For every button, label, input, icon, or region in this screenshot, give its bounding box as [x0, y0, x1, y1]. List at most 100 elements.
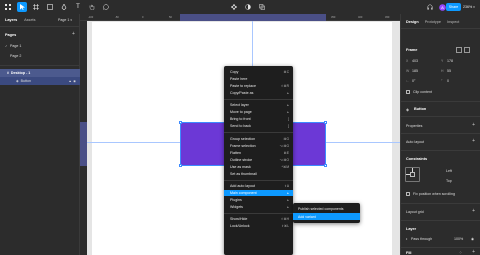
frame-icon: # [7, 71, 9, 75]
menu-item-label: Flatten [230, 151, 241, 156]
constraint-inner-box[interactable] [410, 172, 415, 177]
layer-item-desktop[interactable]: # Desktop - 1 [0, 69, 80, 77]
y-input[interactable]: 178 [447, 59, 453, 63]
menu-item-label: Outline stroke [230, 158, 253, 163]
headphones-icon[interactable] [425, 2, 435, 12]
corner-radius-input[interactable]: 0 [447, 79, 449, 83]
menu-separator [224, 213, 293, 214]
constraint-vertical[interactable]: Top [446, 179, 452, 183]
menu-item-set-as-thumbnail[interactable]: Set as thumbnail [224, 171, 293, 177]
resize-to-fit-icon[interactable] [464, 47, 470, 53]
add-page-icon[interactable]: + [72, 31, 75, 37]
check-icon: ✓ [5, 44, 8, 48]
h-input[interactable]: 55 [447, 69, 451, 73]
menu-item-group-selection[interactable]: Group selection ⌘G [224, 136, 293, 142]
x-label: X [406, 59, 409, 63]
context-menu: Copy ⌘C Paste here Paste to replace ⇧⌘R Co… [224, 66, 293, 255]
rotation-input[interactable]: 0° [412, 79, 415, 83]
styles-icon[interactable]: ⁘ [459, 250, 462, 255]
menu-item-copy[interactable]: Copy ⌘C [224, 69, 293, 75]
submenu-item-publish[interactable]: Publish selected components [293, 205, 360, 212]
blend-mode-select[interactable]: Pass through [411, 237, 432, 241]
add-auto-layout-icon[interactable]: + [472, 138, 475, 144]
menu-item-label: Copy [230, 70, 239, 75]
menu-item-move-to-page[interactable]: Move to page ▸ [224, 109, 293, 115]
submenu-item-add-variant[interactable]: Add variant [293, 213, 360, 220]
menu-item-paste-replace[interactable]: Paste to replace ⇧⌘R [224, 83, 293, 89]
resize-handle[interactable] [179, 164, 182, 167]
tab-prototype[interactable]: Prototype [425, 20, 441, 24]
h-label: H [441, 69, 444, 73]
main-menu-icon[interactable] [3, 2, 13, 12]
menu-item-main-component[interactable]: Main component ▸ [224, 190, 293, 197]
menu-item-outline-stroke[interactable]: Outline stroke ⌥⌘O [224, 157, 293, 163]
menu-item-shortcut: ⇧A [284, 184, 289, 189]
menu-item-add-auto-layout[interactable]: Add auto layout ⇧A [224, 183, 293, 189]
frame-tool-icon[interactable] [31, 2, 41, 12]
page-item-2[interactable]: Page 2 [0, 52, 80, 60]
menu-item-shortcut: [ [288, 124, 289, 129]
eye-icon[interactable]: ◉ [471, 237, 474, 241]
frame-orientation-icon[interactable] [456, 47, 462, 53]
zoom-level[interactable]: 236% ▾ [463, 3, 475, 11]
menu-item-shortcut: ⇧⌘R [280, 84, 289, 89]
tab-design[interactable]: Design [406, 20, 419, 24]
main-component-submenu: Publish selected components Add variant [293, 203, 360, 223]
add-layout-grid-icon[interactable]: + [472, 208, 475, 214]
menu-item-show-hide[interactable]: Show/Hide ⇧⌘H [224, 216, 293, 222]
eye-icon[interactable]: ◉ [73, 79, 76, 83]
constraint-left-line[interactable] [406, 174, 410, 175]
menu-item-plugins[interactable]: Plugins ▸ [224, 197, 293, 203]
menu-item-paste-here[interactable]: Paste here [224, 76, 293, 82]
menu-item-select-layer[interactable]: Select layer ▸ [224, 102, 293, 108]
text-tool-icon[interactable]: T [73, 2, 83, 12]
constraint-top-line[interactable] [412, 168, 413, 172]
menu-separator [224, 99, 293, 100]
hand-tool-icon[interactable] [87, 2, 97, 12]
layer-item-button[interactable]: ◈ Button 🔒︎ ◉ [0, 77, 80, 85]
menu-item-use-as-mask[interactable]: Use as mask ^⌘M [224, 164, 293, 170]
menu-item-widgets[interactable]: Widgets ▸ [224, 204, 293, 210]
menu-item-label: Bring to front [230, 117, 251, 122]
chevron-right-icon: ▸ [287, 191, 289, 196]
lock-icon[interactable]: 🔒︎ [69, 79, 71, 83]
menu-item-send-to-back[interactable]: Send to back [ [224, 123, 293, 129]
menu-item-label: Send to back [230, 124, 251, 129]
resize-handle[interactable] [324, 121, 327, 124]
menu-item-frame-selection[interactable]: Frame selection ⌥⌘G [224, 143, 293, 149]
menu-item-flatten[interactable]: Flatten ⌘E [224, 150, 293, 156]
move-tool-icon[interactable] [17, 2, 27, 12]
menu-separator [224, 180, 293, 181]
tab-assets[interactable]: Assets [24, 18, 35, 22]
right-panel: Design Prototype Inspect Frame X 403 Y 1… [400, 14, 480, 255]
add-property-icon[interactable]: + [472, 122, 475, 128]
x-input[interactable]: 403 [412, 59, 418, 63]
mask-icon[interactable] [243, 2, 253, 12]
component-icon[interactable] [229, 2, 239, 12]
boolean-icon[interactable] [257, 2, 267, 12]
divider [401, 203, 480, 204]
menu-item-bring-to-front[interactable]: Bring to front] [224, 116, 293, 122]
tab-layers[interactable]: Layers [5, 18, 17, 22]
shape-tool-icon[interactable] [45, 2, 55, 12]
share-button[interactable]: Share [446, 3, 461, 11]
fill-heading: Fill [406, 251, 412, 255]
layer-label: Desktop - 1 [10, 71, 31, 75]
page-selector[interactable]: Page 1 ▾ [58, 18, 72, 22]
resize-handle[interactable] [324, 164, 327, 167]
add-fill-icon[interactable]: + [472, 249, 475, 255]
tab-inspect[interactable]: Inspect [447, 20, 459, 24]
ruler-tick: -100 [88, 16, 94, 19]
page-item-1[interactable]: ✓ Page 1 [0, 42, 80, 50]
clip-content-checkbox[interactable] [406, 90, 410, 94]
menu-item-lock-unlock[interactable]: Lock/Unlock ⇧⌘L [224, 223, 293, 229]
w-input[interactable]: 185 [412, 69, 418, 73]
comment-tool-icon[interactable] [101, 2, 111, 12]
pen-tool-icon[interactable] [59, 2, 69, 12]
fix-position-checkbox[interactable] [406, 192, 410, 196]
menu-item-copy-paste-as[interactable]: Copy/Paste as ▸ [224, 90, 293, 96]
constraint-horizontal[interactable]: Left [446, 169, 452, 173]
menu-item-label: Move to page [230, 110, 252, 115]
resize-handle[interactable] [179, 121, 182, 124]
opacity-input[interactable]: 100% [454, 237, 463, 241]
